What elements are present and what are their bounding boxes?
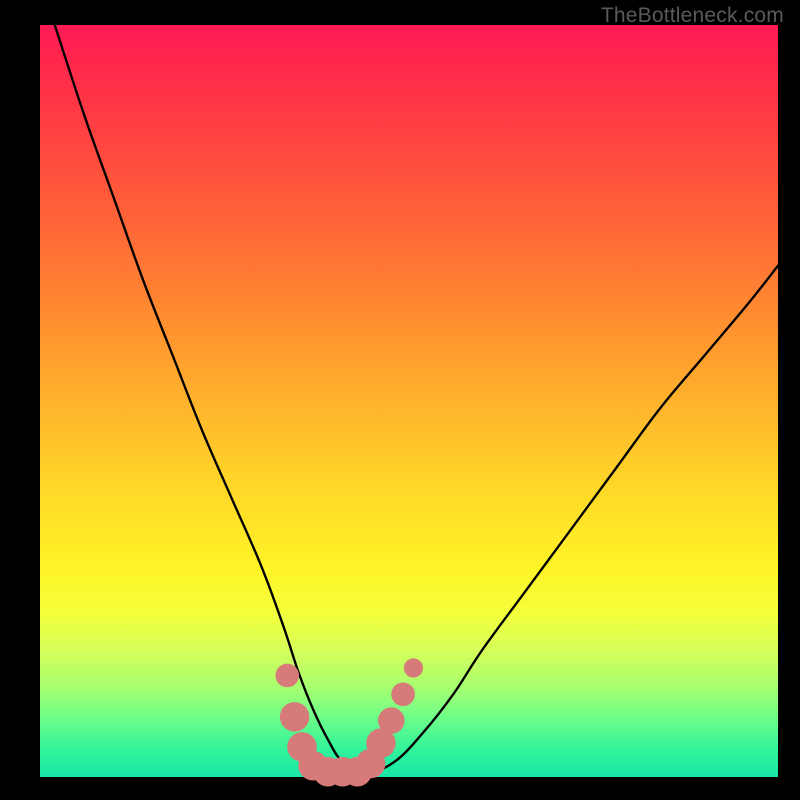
curve-marker xyxy=(404,658,423,677)
bottleneck-curve-svg xyxy=(40,25,778,777)
curve-marker xyxy=(275,664,299,688)
watermark-text: TheBottleneck.com xyxy=(601,4,784,28)
chart-frame: TheBottleneck.com xyxy=(0,0,800,800)
plot-area xyxy=(40,25,778,777)
curve-marker xyxy=(280,702,310,732)
curve-marker xyxy=(391,682,415,706)
curve-marker xyxy=(378,707,405,734)
curve-markers xyxy=(275,658,423,786)
